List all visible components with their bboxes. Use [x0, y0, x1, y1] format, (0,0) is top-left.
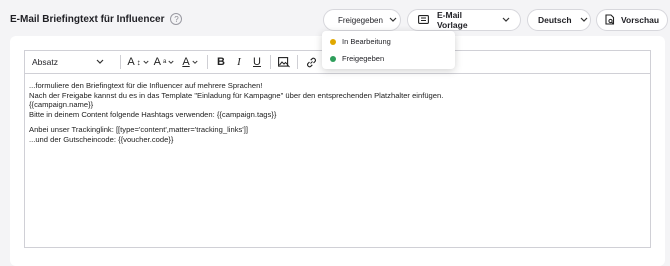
status-select-value: Freigegeben: [338, 15, 383, 25]
content-line: ...und der Gutscheincode: {{voucher.code…: [29, 134, 174, 144]
preview-button-label: Vorschau: [621, 15, 660, 25]
preview-button[interactable]: Vorschau: [596, 9, 668, 31]
toolbar-divider: [207, 55, 208, 69]
block-type-select[interactable]: Absatz: [32, 57, 104, 67]
text-style-icon: A: [153, 56, 161, 68]
language-select-value: Deutsch: [538, 15, 572, 25]
link-button[interactable]: [302, 53, 320, 71]
font-size-arrows-icon: ↕: [136, 57, 141, 67]
font-size-button[interactable]: A ↕: [125, 53, 151, 71]
superscript-icon: a: [163, 59, 167, 65]
status-dropdown-menu: In Bearbeitung Freigegeben: [322, 31, 455, 69]
toolbar-divider: [120, 55, 121, 69]
underline-button[interactable]: U: [248, 53, 266, 71]
preview-icon: [605, 13, 615, 27]
block-type-value: Absatz: [32, 57, 58, 67]
chevron-down-icon: [168, 60, 174, 64]
status-option-in-progress[interactable]: In Bearbeitung: [322, 33, 455, 50]
text-color-icon: A: [182, 56, 190, 68]
editor-content[interactable]: ...formuliere den Briefingtext für die I…: [25, 74, 650, 152]
document-icon: [418, 14, 429, 26]
text-color-button[interactable]: A: [177, 53, 203, 71]
chevron-down-icon: [192, 60, 198, 64]
content-line: Nach der Freigabe kannst du es in das Te…: [29, 90, 444, 100]
section-title-text: E-Mail Briefingtext für Influencer: [10, 13, 165, 25]
content-line: Bitte in deinem Content folgende Hashtag…: [29, 109, 277, 119]
toolbar-divider: [270, 55, 271, 69]
status-select[interactable]: Freigegeben: [323, 9, 401, 31]
bold-button[interactable]: B: [212, 53, 230, 71]
status-dot-icon: [330, 38, 336, 45]
link-icon: [306, 57, 316, 67]
status-option-label: In Bearbeitung: [342, 37, 391, 46]
italic-button[interactable]: I: [230, 53, 248, 71]
status-dot-icon: [330, 55, 336, 62]
chevron-down-icon: [389, 16, 397, 25]
chevron-down-icon: [502, 16, 510, 25]
help-icon[interactable]: ?: [170, 13, 183, 25]
language-select[interactable]: Deutsch: [527, 9, 591, 31]
font-size-icon: A: [127, 56, 135, 68]
insert-image-button[interactable]: [275, 53, 293, 71]
status-option-label: Freigegeben: [342, 54, 385, 63]
email-template-label: E-Mail Vorlage: [437, 10, 468, 30]
chevron-down-icon: [580, 16, 588, 25]
chevron-down-icon: [96, 57, 104, 67]
content-line: Anbei unser Trackinglink: [[type='conten…: [29, 125, 248, 135]
chevron-down-icon: [143, 60, 149, 64]
text-style-button[interactable]: Aa: [151, 53, 177, 71]
rich-text-editor[interactable]: Absatz A ↕ Aa A B I U ...formuliere den …: [24, 50, 651, 248]
section-title: E-Mail Briefingtext für Influencer ?: [10, 13, 183, 25]
status-option-approved[interactable]: Freigegeben: [322, 50, 455, 67]
email-template-select[interactable]: E-Mail Vorlage: [407, 9, 521, 31]
image-icon: [278, 56, 290, 67]
content-line: {{campaign.name}}: [29, 100, 94, 110]
content-line: ...formuliere den Briefingtext für die I…: [29, 81, 263, 90]
toolbar-divider: [297, 55, 298, 69]
